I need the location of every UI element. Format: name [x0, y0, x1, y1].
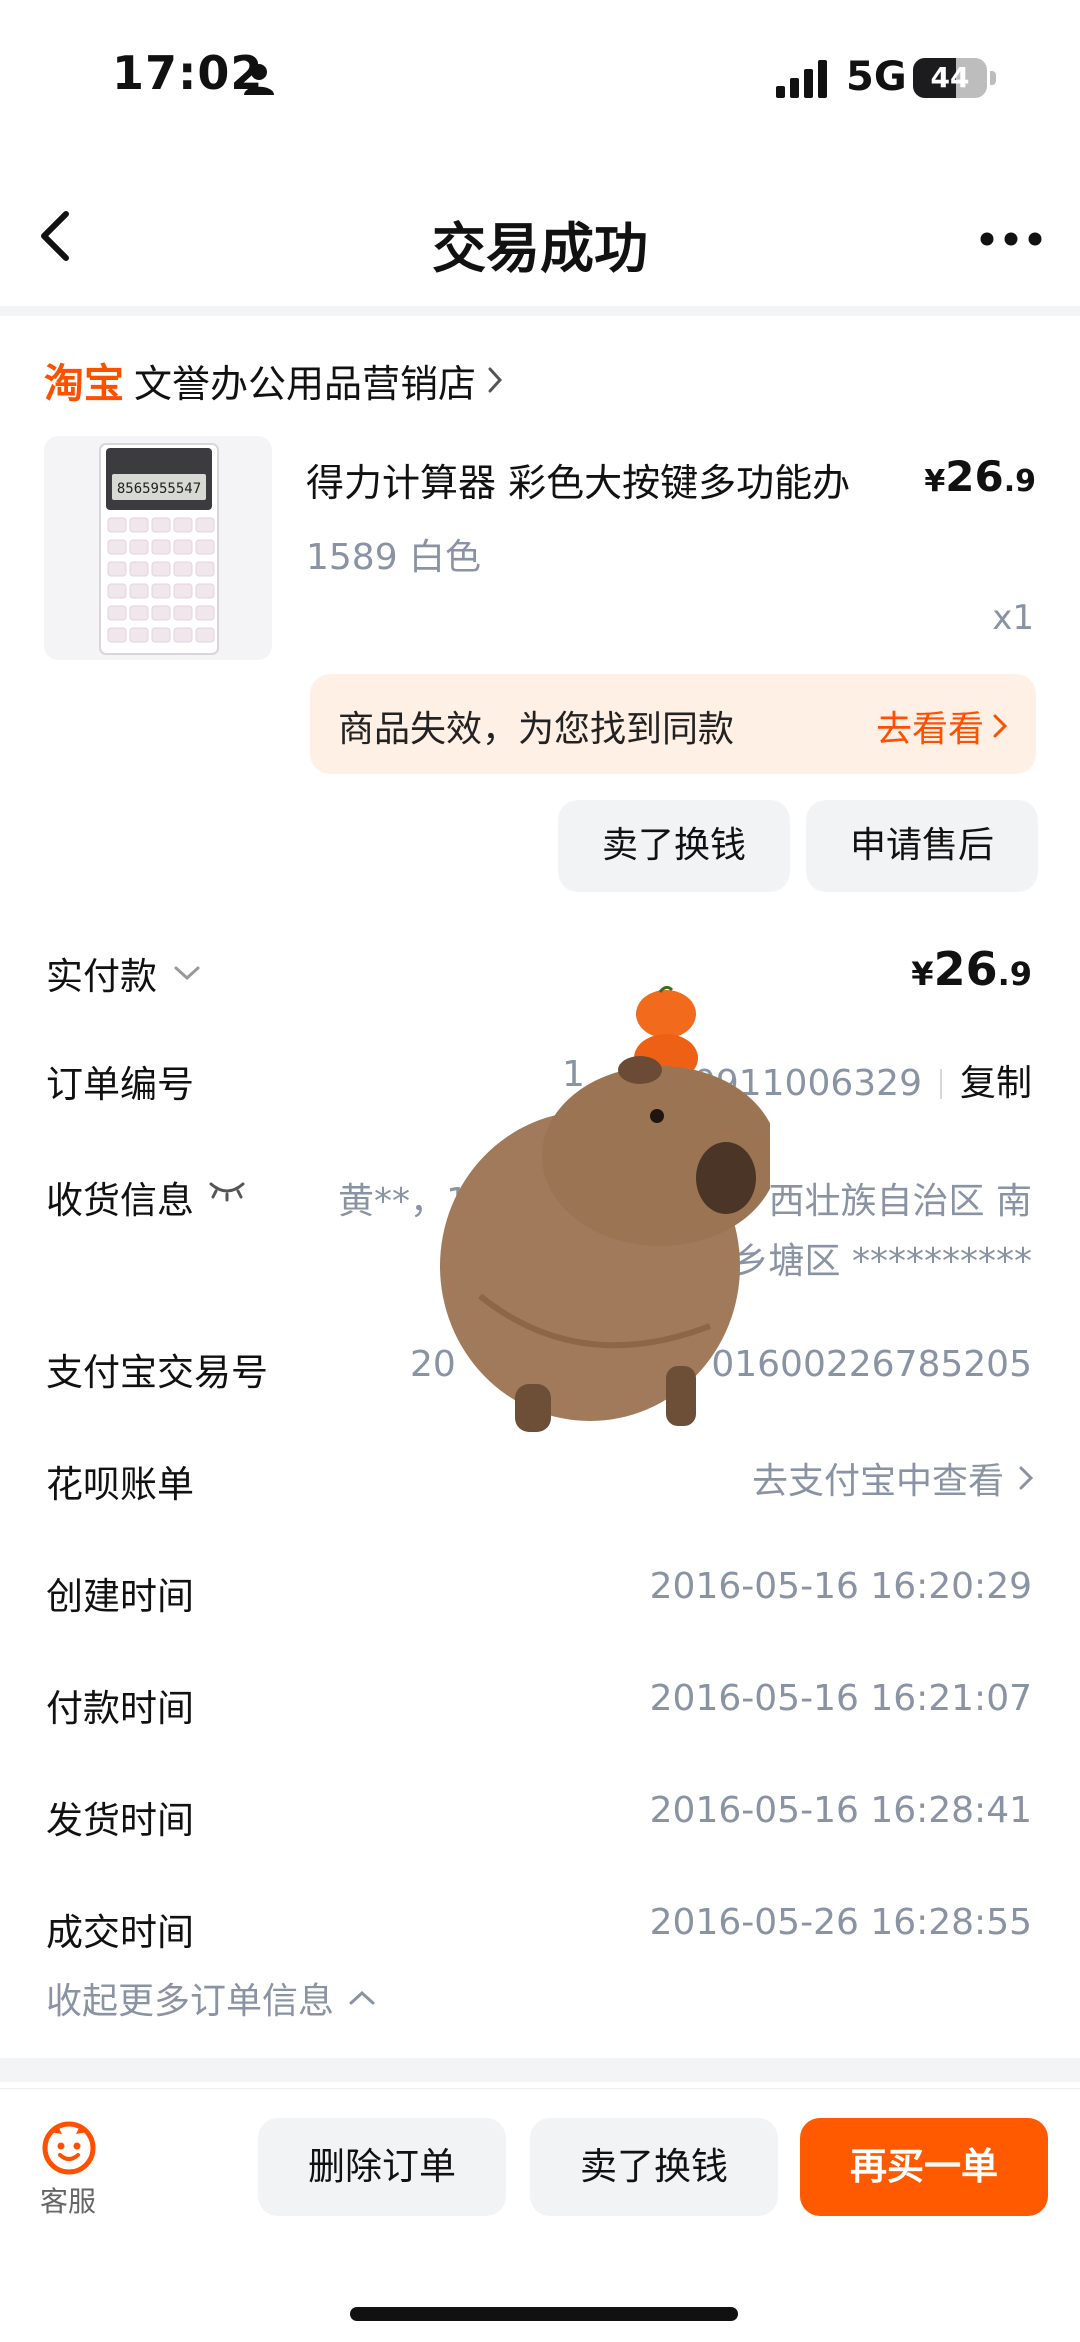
paid-amount-label: 实付款 — [46, 955, 157, 998]
product-spec: 1589 白色 — [306, 537, 482, 578]
created-time-label: 创建时间 — [46, 1575, 194, 1618]
shipping-address-line2: 乡塘区 ********** — [732, 1241, 1032, 1282]
product-price: ¥26.9 — [924, 452, 1036, 501]
shipping-info-label: 收货信息 — [46, 1179, 194, 1222]
closed-time-value: 2016-05-26 16:28:55 — [649, 1902, 1032, 1943]
network-label: 5G — [846, 54, 907, 100]
product-qty: x1 — [992, 598, 1034, 638]
product-title[interactable]: 得力计算器 彩色大按键多功能办 — [306, 452, 850, 507]
service-icon[interactable] — [40, 2118, 98, 2176]
paid-time-value: 2016-05-16 16:21:07 — [649, 1678, 1032, 1719]
shop-name: 文誉办公用品营销店 — [134, 361, 477, 406]
battery-icon: 44 — [913, 58, 987, 98]
shop-row[interactable]: 淘宝 文誉办公用品营销店 — [44, 352, 504, 408]
chevron-right-icon — [488, 367, 503, 393]
more-icon[interactable] — [980, 232, 1042, 246]
page-title: 交易成功 — [432, 217, 648, 280]
chevron-right-icon — [1019, 1466, 1034, 1490]
shipped-time-value: 2016-05-16 16:28:41 — [649, 1790, 1032, 1831]
battery-tip — [990, 71, 996, 85]
huabei-bill-label: 花呗账单 — [46, 1463, 194, 1506]
calc-display: 8565955547 — [117, 481, 201, 497]
closed-time-label: 成交时间 — [46, 1911, 194, 1954]
shipping-address-line1: 西壮族自治区 南 — [768, 1181, 1032, 1222]
buy-again-button[interactable]: 再买一单 — [800, 2118, 1048, 2216]
sell-for-cash-bottom-button[interactable]: 卖了换钱 — [530, 2118, 778, 2216]
section-divider — [0, 2058, 1080, 2082]
taobao-logo: 淘宝 — [44, 361, 124, 407]
invalid-notice-text: 商品失效，为您找到同款 — [338, 709, 735, 750]
signal-icon — [776, 60, 827, 98]
status-time: 17:02 — [112, 46, 264, 100]
battery-level: 44 — [930, 61, 970, 94]
after-sale-button[interactable]: 申请售后 — [806, 800, 1038, 892]
chevron-up-icon — [349, 1990, 375, 2005]
see-similar-link[interactable]: 去看看 — [876, 700, 1008, 752]
service-label[interactable]: 客服 — [40, 2180, 96, 2220]
order-number-label: 订单编号 — [46, 1063, 194, 1106]
paid-int: 26 — [933, 942, 998, 996]
home-indicator — [350, 2307, 738, 2321]
divider — [939, 1069, 942, 1099]
paid-time-label: 付款时间 — [46, 1687, 194, 1730]
capybara-sticker — [440, 985, 770, 1432]
view-in-alipay-label: 去支付宝中查看 — [751, 1461, 1004, 1502]
created-time-value: 2016-05-16 16:20:29 — [649, 1566, 1032, 1607]
collapse-order-info-link[interactable]: 收起更多订单信息 — [46, 1972, 376, 2024]
paid-amount-value: ¥26.9 — [911, 942, 1032, 996]
paid-amount-toggle[interactable]: 实付款 — [46, 946, 201, 1000]
calculator-image: 8565955547 — [99, 443, 219, 655]
see-similar-label: 去看看 — [875, 709, 984, 750]
invalid-notice-banner[interactable]: 商品失效，为您找到同款 去看看 — [310, 674, 1036, 774]
chevron-right-icon — [993, 714, 1008, 738]
collapse-order-info-label: 收起更多订单信息 — [46, 1981, 335, 2022]
alipay-trade-label: 支付宝交易号 — [46, 1351, 268, 1394]
copy-button[interactable]: 复制 — [960, 1063, 1032, 1104]
price-int: 26 — [945, 452, 1004, 501]
chevron-down-icon — [174, 966, 200, 981]
person-icon — [244, 64, 274, 95]
price-dec: .9 — [1003, 464, 1036, 499]
shipped-time-label: 发货时间 — [46, 1799, 194, 1842]
eye-closed-icon[interactable] — [208, 1180, 246, 1202]
paid-dec: .9 — [997, 955, 1032, 993]
view-in-alipay-link[interactable]: 去支付宝中查看 — [752, 1452, 1034, 1504]
nav-divider — [0, 306, 1080, 316]
price-symbol: ¥ — [924, 464, 946, 499]
delete-order-button[interactable]: 删除订单 — [258, 2118, 506, 2216]
product-thumbnail[interactable]: 8565955547 — [44, 436, 272, 660]
sell-for-cash-button[interactable]: 卖了换钱 — [558, 800, 790, 892]
paid-symbol: ¥ — [911, 955, 934, 993]
